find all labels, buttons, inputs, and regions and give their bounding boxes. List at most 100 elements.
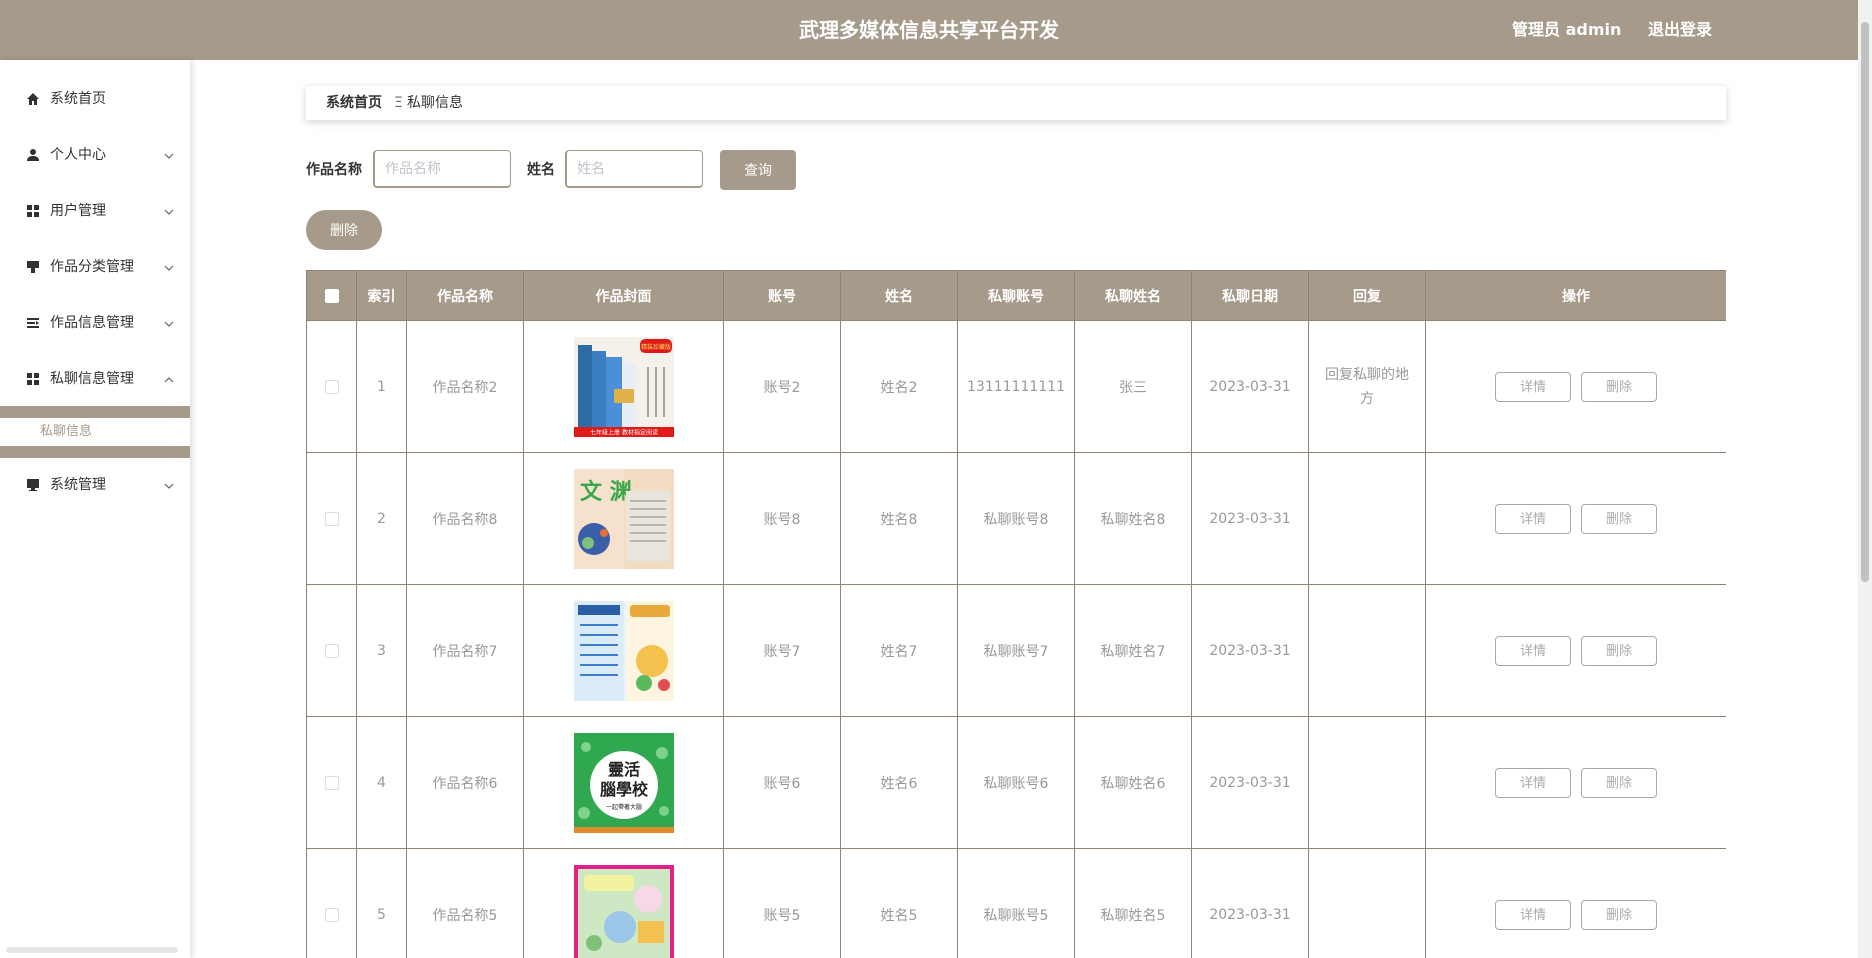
delete-button[interactable]: 删除 [1581,767,1657,798]
logout-link[interactable]: 退出登录 [1648,0,1712,60]
column-header: 私聊账号 [957,270,1075,321]
operation-cell: 详情 删除 [1425,584,1726,717]
delete-button[interactable]: 删除 [1581,899,1657,930]
home-icon [27,93,39,105]
index-cell: 1 [356,320,407,453]
breadcrumb: 系统首页 Ξ 私聊信息 [306,86,1726,120]
detail-button[interactable]: 详情 [1495,503,1571,534]
cover-image[interactable] [573,600,674,701]
column-header: 回复 [1308,270,1426,321]
cover-cell: 靈活 腦學校 一起帶著大腦 [523,716,724,849]
sidebar-item-label: 作品信息管理 [50,315,134,331]
delete-button[interactable]: 删除 [1581,635,1657,666]
sidebar-item-label: 用户管理 [50,203,106,219]
detail-button[interactable]: 详情 [1495,635,1571,666]
reply-cell [1308,716,1426,849]
query-button[interactable]: 查询 [720,150,796,190]
account-cell: 账号6 [723,716,841,849]
sidebar-item-label: 系统首页 [50,91,106,107]
page-scrollbar[interactable] [1858,0,1872,958]
detail-button[interactable]: 详情 [1495,767,1571,798]
name-cell: 姓名5 [840,848,958,958]
operation-cell: 详情 删除 [1425,320,1726,453]
row-checkbox[interactable] [324,511,339,526]
table-header-row: 索引 作品名称 作品封面 账号 姓名 私聊账号 私聊姓名 私聊日期 回复 操作 [306,270,1726,321]
cover-image[interactable]: 精装珍藏版 七年级上册 教材指定阅读 [573,336,674,437]
sidebar-subitem-label: 私聊信息 [40,424,93,439]
row-select-cell [306,584,357,717]
select-all-checkbox[interactable] [324,288,339,303]
cover-image[interactable]: 靈活 腦學校 一起帶著大腦 [573,732,674,833]
sidebar-item-personal-center[interactable]: 个人中心 [0,127,190,183]
cover-image[interactable]: 文 渊 [573,468,674,569]
breadcrumb-home-link[interactable]: 系统首页 [326,86,382,120]
operation-cell: 详情 删除 [1425,716,1726,849]
breadcrumb-separator: Ξ [394,95,403,111]
page-scrollbar-thumb[interactable] [1861,22,1869,582]
chat-account-cell: 私聊账号6 [957,716,1075,849]
column-header: 作品封面 [523,270,724,321]
list-icon [27,318,39,328]
sidebar-item-home[interactable]: 系统首页 [0,71,190,127]
account-cell: 账号8 [723,452,841,585]
grid-icon [27,373,39,385]
operation-cell: 详情 删除 [1425,452,1726,585]
column-header: 索引 [356,270,407,321]
chevron-down-icon [164,321,174,327]
reply-cell [1308,584,1426,717]
cover-badge-text: 精装珍藏版 [640,343,670,351]
index-cell: 5 [356,848,407,958]
detail-button[interactable]: 详情 [1495,899,1571,930]
current-user-label: 管理员 admin [1512,20,1622,39]
row-checkbox[interactable] [324,775,339,790]
account-cell: 账号7 [723,584,841,717]
table-row: 2 作品名称8 文 渊 账号8 姓名8 私聊账号8 私聊姓名8 2023-03-… [306,452,1726,585]
cover-cell [523,848,724,958]
reply-cell [1308,452,1426,585]
work-name-cell: 作品名称5 [406,848,524,958]
sidebar-item-private-chat-management[interactable]: 私聊信息管理 [0,351,190,407]
cover-image[interactable] [573,864,674,958]
chevron-down-icon [164,209,174,215]
name-search-input[interactable] [565,150,703,188]
sidebar-item-work-info-management[interactable]: 作品信息管理 [0,295,190,351]
table-row: 4 作品名称6 靈活 腦學校 一起帶著大腦 账号6 姓名6 私聊账号6 私聊姓名… [306,716,1726,849]
sidebar-item-user-management[interactable]: 用户管理 [0,183,190,239]
cover-subtitle: 一起帶著大腦 [605,803,641,811]
sidebar-item-label: 作品分类管理 [50,259,134,275]
chat-name-cell: 私聊姓名7 [1074,584,1192,717]
chat-date-cell: 2023-03-31 [1191,848,1309,958]
detail-button[interactable]: 详情 [1495,371,1571,402]
table-row: 3 作品名称7 账号7 姓名7 私聊账号7 私聊姓名7 2023-03-31 详… [306,584,1726,717]
work-name-cell: 作品名称6 [406,716,524,849]
sidebar-item-label: 系统管理 [50,477,106,493]
row-checkbox[interactable] [324,643,339,658]
row-checkbox[interactable] [324,907,339,922]
delete-button[interactable]: 删除 [1581,503,1657,534]
account-cell: 账号2 [723,320,841,453]
cover-cell: 文 渊 [523,452,724,585]
chat-name-cell: 私聊姓名8 [1074,452,1192,585]
chat-date-cell: 2023-03-31 [1191,716,1309,849]
chat-table: 索引 作品名称 作品封面 账号 姓名 私聊账号 私聊姓名 私聊日期 回复 操作 … [306,270,1726,958]
sidebar-item-system-management[interactable]: 系统管理 [0,457,190,513]
chat-table-container: 索引 作品名称 作品封面 账号 姓名 私聊账号 私聊姓名 私聊日期 回复 操作 … [306,270,1726,958]
cover-cell: 精装珍藏版 七年级上册 教材指定阅读 [523,320,724,453]
bulk-delete-button[interactable]: 删除 [306,210,382,250]
cover-big-text: 文 渊 [580,479,632,505]
monitor-icon [27,479,39,491]
delete-button[interactable]: 删除 [1581,371,1657,402]
chevron-down-icon [164,265,174,271]
name-cell: 姓名8 [840,452,958,585]
work-name-cell: 作品名称8 [406,452,524,585]
sidebar-item-category-management[interactable]: 作品分类管理 [0,239,190,295]
operation-cell: 详情 删除 [1425,848,1726,958]
work-name-search-input[interactable] [373,150,511,188]
row-checkbox[interactable] [324,379,339,394]
sidebar-scrollbar[interactable] [6,947,178,953]
work-name-cell: 作品名称7 [406,584,524,717]
work-name-cell: 作品名称2 [406,320,524,453]
column-header: 私聊姓名 [1074,270,1192,321]
column-header: 操作 [1425,270,1726,321]
sidebar-subitem-private-chat[interactable]: 私聊信息 [0,418,190,446]
